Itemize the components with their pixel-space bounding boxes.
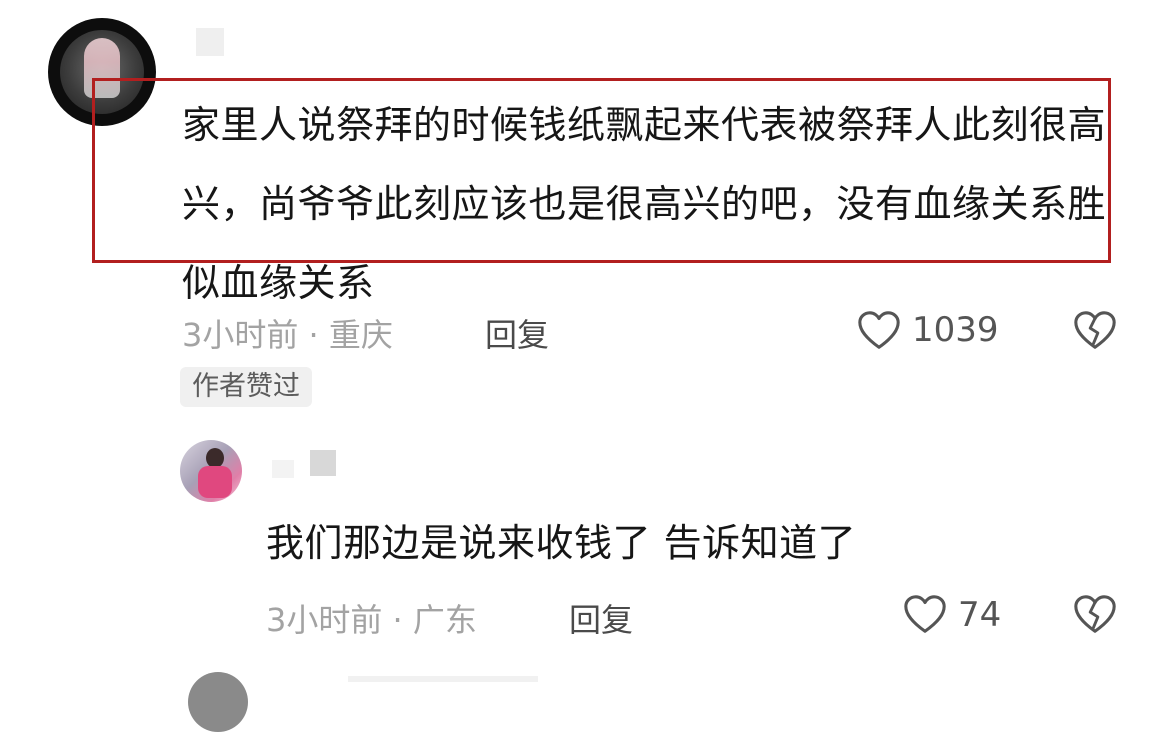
- avatar-head: [206, 448, 224, 468]
- reply-button[interactable]: 回复: [485, 310, 549, 356]
- like-count: 1039: [912, 310, 999, 350]
- comment-meta: 3小时前 · 重庆: [182, 316, 393, 354]
- highlight-box: [92, 78, 1111, 263]
- heart-icon: [904, 595, 946, 633]
- reply-meta: 3小时前 · 广东: [266, 601, 477, 639]
- reply-username-redacted[interactable]: [272, 450, 336, 478]
- heart-icon: [858, 311, 900, 349]
- reply-avatar[interactable]: [180, 440, 242, 502]
- dislike-button[interactable]: [1072, 308, 1118, 354]
- redacted-block: [272, 460, 294, 478]
- next-comment-avatar[interactable]: [188, 672, 248, 732]
- like-button[interactable]: [856, 308, 902, 354]
- reply-text: 我们那边是说来收钱了 告诉知道了: [266, 521, 857, 565]
- dislike-icon: [1074, 595, 1116, 633]
- dislike-icon: [1074, 311, 1116, 349]
- reply-like-button[interactable]: [902, 592, 948, 638]
- reply-reply-button[interactable]: 回复: [569, 595, 633, 641]
- username-redacted[interactable]: [196, 28, 224, 56]
- reply-like-count: 74: [958, 595, 1002, 635]
- next-username-redacted: [348, 676, 538, 682]
- avatar-body: [198, 466, 232, 498]
- author-liked-badge: 作者赞过: [180, 367, 312, 407]
- reply-dislike-button[interactable]: [1072, 592, 1118, 638]
- redacted-block: [310, 450, 336, 476]
